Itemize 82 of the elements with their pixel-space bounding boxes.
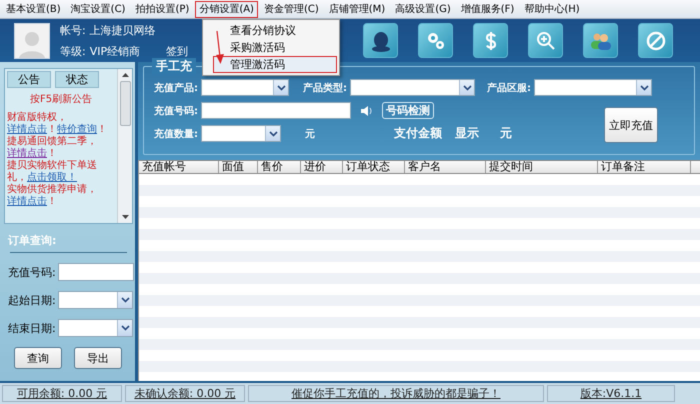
field-label: 充值号码: [154,104,198,118]
menu-item[interactable]: 拍拍设置(P) [131,0,194,18]
toolbar-button[interactable] [363,23,398,58]
notice-link[interactable]: 详情点击 [7,124,47,135]
toolbar-button[interactable] [528,23,563,58]
menu-option[interactable]: 查看分销协议 [213,22,337,39]
menu-item[interactable]: 店铺管理(M) [324,0,390,18]
column-header: 售价 [258,161,301,173]
recharge-button[interactable]: 立即充值 [604,107,658,143]
level-label: 等级: [60,44,86,58]
menu-option[interactable]: 采购激活码 [213,39,337,56]
menu-item[interactable]: 高级设置(G) [391,0,455,18]
menu-option[interactable]: 管理激活码 [213,56,337,73]
notice-link[interactable]: 点击领取！ [27,172,77,183]
avatar-placeholder [14,22,50,58]
refresh-hint: 按F5刷新公告 [28,92,94,106]
scroll-up-icon[interactable] [122,73,128,77]
scroll-thumb[interactable] [120,81,130,126]
tab[interactable]: 状态 [55,71,99,88]
scrollbar[interactable] [117,69,132,223]
field-label: 充值产品: [154,81,198,94]
notice-text: 实物供货推荐申请， 详情点击！ [7,184,98,208]
field-label: 充值数量: [154,127,198,140]
caret-icon [276,84,286,90]
column-header: 进价 [301,161,343,173]
unit-label: 元 [305,128,315,140]
speaker-icon [360,104,374,116]
toolbar-button[interactable] [583,23,618,58]
column-header: 客户名 [405,161,486,173]
tab[interactable]: 公告 [7,71,51,88]
menu-item[interactable]: 分销设置(A) [195,0,258,18]
pointer-arrow [214,31,226,65]
dropdown-field[interactable] [201,79,289,96]
column-header: 充值帐号 [139,161,219,173]
menu-item[interactable]: 帮助中心(H) [520,0,584,18]
notice-link[interactable]: 详情点击 [7,148,47,159]
menu-item[interactable]: 资金管理(C) [260,0,323,18]
toolbar-button[interactable] [638,23,673,58]
dropdown-field[interactable] [350,79,475,96]
notice-text: 财富版特权， 详情点击！特价查询！ [7,112,108,136]
pay-label: 支付金额 [394,125,442,142]
dropdown-field[interactable] [201,125,281,142]
query-button[interactable]: 导出 [74,347,122,369]
dropdown-field[interactable] [58,291,133,309]
level-value: VIP经销商 [90,44,140,58]
checkin-link[interactable]: 签到 [166,44,188,58]
notice-link[interactable]: 详情点击 [7,196,47,207]
menu-item[interactable]: 增值服务(F) [456,0,518,18]
toolbar-button[interactable] [418,23,453,58]
input-field[interactable] [58,263,134,281]
account-label: 帐号: [60,22,86,38]
notice-text: 捷贝实物软件下单送礼，点击领取！ [7,160,98,184]
column-header: 提交时间 [486,161,598,173]
menu-item[interactable]: 基本设置(B) [2,0,65,18]
notice-text: 捷易通回馈第二季， 详情点击！ [7,136,98,160]
caret-icon [462,84,472,90]
number-check-button[interactable]: 号码检测 [382,102,434,119]
notice-link[interactable]: 特价查询 [57,124,97,135]
column-header: 订单备注 [598,161,691,173]
query-button[interactable]: 查询 [14,347,62,369]
caret-icon [640,84,648,90]
dropdown-field[interactable] [58,319,133,337]
field-label: 充值号码: [8,264,56,280]
pay-value: 显示 [455,125,479,142]
field-label: 结束日期: [8,320,56,336]
caret-icon [120,325,130,331]
account-name: 上海捷贝网络 [90,22,156,38]
dropdown-field[interactable] [534,79,652,96]
scroll-down-icon[interactable] [122,215,128,219]
menu-item[interactable]: 淘宝设置(C) [66,0,130,18]
field-label: 起始日期: [8,292,56,308]
unit-label: 元 [500,125,512,142]
field-label: 产品类型: [303,82,347,94]
caret-icon [120,297,130,303]
column-header: 订单状态 [343,161,405,173]
toolbar-button[interactable] [473,23,508,58]
input-field[interactable] [201,102,351,119]
column-header: 面值 [219,161,258,173]
field-label: 产品区服: [487,82,531,94]
order-query-title: 订单查询: [8,233,58,248]
caret-icon [268,130,278,136]
panel-title: 手工充 [152,58,196,75]
